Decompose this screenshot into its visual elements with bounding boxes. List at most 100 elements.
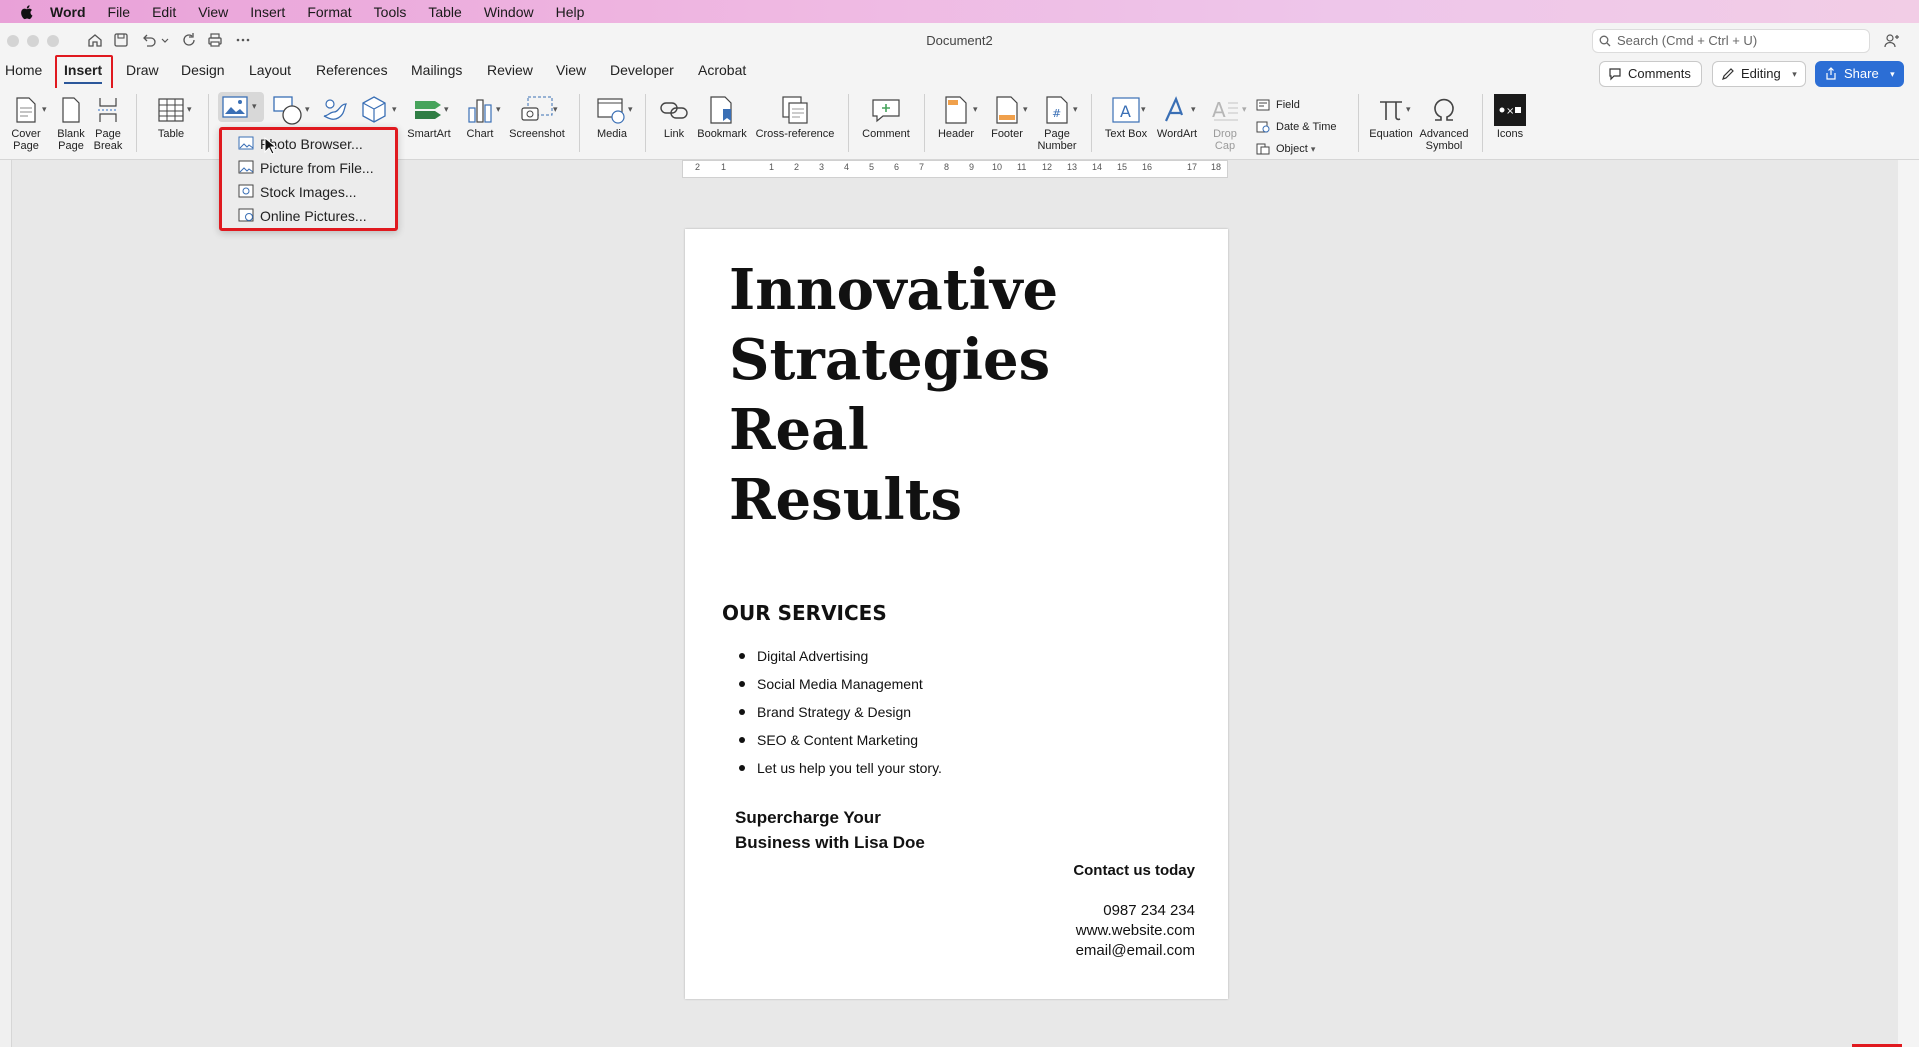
tab-developer[interactable]: Developer	[610, 62, 674, 78]
comments-button[interactable]: Comments	[1599, 61, 1702, 87]
media-label: Media	[588, 128, 636, 140]
chevron-down-icon[interactable]: ▾	[444, 104, 449, 115]
text-box-button[interactable]: A Text Box	[1100, 92, 1152, 140]
bookmark-label: Bookmark	[694, 128, 750, 140]
chevron-down-icon[interactable]: ▾	[1242, 104, 1247, 115]
media-button[interactable]: Media	[588, 92, 636, 140]
ribbon-separator	[848, 94, 849, 152]
cta-line: Supercharge Your	[735, 805, 925, 830]
screenshot-icon	[520, 95, 554, 125]
tab-draw[interactable]: Draw	[126, 62, 159, 78]
cross-reference-icon	[780, 95, 810, 125]
menu-word[interactable]: Word	[50, 4, 86, 20]
stock-images-item[interactable]: Stock Images...	[238, 181, 356, 203]
list-item-text: Brand Strategy & Design	[757, 704, 911, 720]
advanced-symbol-button[interactable]: Advanced Symbol	[1418, 92, 1470, 152]
chart-label: Chart	[462, 128, 498, 140]
pictures-button[interactable]: ▾	[218, 92, 264, 122]
bookmark-button[interactable]: Bookmark	[694, 92, 750, 140]
menu-view[interactable]: View	[198, 4, 228, 20]
chevron-down-icon[interactable]: ▾	[628, 104, 633, 115]
icons-button[interactable]: × Icons	[1490, 92, 1530, 140]
wordart-button[interactable]: WordArt	[1152, 92, 1202, 140]
picture-from-file-item[interactable]: Picture from File...	[238, 157, 374, 179]
online-pictures-item[interactable]: Online Pictures...	[238, 205, 367, 227]
search-icon	[1599, 35, 1611, 47]
chevron-down-icon[interactable]: ▾	[553, 104, 558, 115]
wordart-label: WordArt	[1152, 128, 1202, 140]
footer-button[interactable]: Footer	[984, 92, 1030, 140]
apple-icon[interactable]	[18, 3, 36, 21]
search-input[interactable]: Search (Cmd + Ctrl + U)	[1592, 29, 1870, 53]
document-page[interactable]: Innovative Strategies Real Results OUR S…	[685, 229, 1228, 999]
menu-format[interactable]: Format	[307, 4, 351, 20]
list-item: SEO & Content Marketing	[739, 726, 942, 754]
cross-reference-button[interactable]: Cross-reference	[752, 92, 838, 140]
tab-layout[interactable]: Layout	[249, 62, 291, 78]
menu-help[interactable]: Help	[556, 4, 585, 20]
chevron-down-icon[interactable]: ▾	[305, 104, 310, 115]
chevron-down-icon[interactable]: ▾	[973, 104, 978, 115]
menu-edit[interactable]: Edit	[152, 4, 176, 20]
photo-browser-item[interactable]: Photo Browser...	[238, 133, 363, 155]
menu-insert[interactable]: Insert	[250, 4, 285, 20]
chevron-down-icon[interactable]: ▾	[496, 104, 501, 115]
link-label: Link	[656, 128, 692, 140]
chart-button[interactable]: Chart	[462, 92, 498, 140]
tab-view[interactable]: View	[556, 62, 586, 78]
ruler-label: 18	[1211, 162, 1221, 172]
table-button[interactable]: Table	[148, 92, 194, 140]
menu-window[interactable]: Window	[484, 4, 534, 20]
chevron-down-icon[interactable]: ▾	[1023, 104, 1028, 115]
tab-home[interactable]: Home	[5, 62, 42, 78]
share-button[interactable]: Share ▾	[1815, 61, 1904, 87]
3d-models-button[interactable]	[354, 92, 394, 128]
chevron-down-icon[interactable]: ▾	[187, 104, 192, 115]
link-button[interactable]: Link	[656, 92, 692, 140]
headline-line: Strategies	[729, 325, 1058, 395]
chevron-down-icon[interactable]: ▾	[392, 104, 397, 115]
chevron-down-icon[interactable]: ▾	[1141, 104, 1146, 115]
screenshot-button[interactable]: Screenshot	[506, 92, 568, 140]
cover-page-button[interactable]: Cover Page	[8, 92, 44, 152]
editing-mode-button[interactable]: Editing ▾	[1712, 61, 1806, 87]
chevron-down-icon[interactable]: ▾	[42, 104, 47, 115]
tab-mailings[interactable]: Mailings	[411, 62, 462, 78]
object-button[interactable]: Object ▾	[1256, 138, 1337, 160]
online-pictures-label: Online Pictures...	[260, 208, 367, 224]
page-break-button[interactable]: Page Break	[90, 92, 126, 152]
share-icon	[1824, 67, 1838, 81]
menu-file[interactable]: File	[108, 4, 131, 20]
date-time-button[interactable]: Date & Time	[1256, 116, 1337, 138]
chevron-down-icon[interactable]: ▾	[1073, 104, 1078, 115]
blank-page-button[interactable]: Blank Page	[54, 92, 88, 152]
chevron-down-icon[interactable]: ▾	[1406, 104, 1411, 115]
ruler-label: 1	[769, 162, 774, 172]
menu-table[interactable]: Table	[428, 4, 461, 20]
tab-review[interactable]: Review	[487, 62, 533, 78]
page-number-button[interactable]: # Page Number	[1034, 92, 1080, 152]
comment-button[interactable]: Comment	[858, 92, 914, 140]
ruler-label: 7	[919, 162, 924, 172]
shapes-button[interactable]	[270, 92, 310, 128]
new-comment-icon	[871, 96, 901, 124]
chevron-down-icon[interactable]: ▾	[1191, 104, 1196, 115]
tab-references[interactable]: References	[316, 62, 388, 78]
horizontal-ruler[interactable]: 2 1 1 2 3 4 5 6 7 8 9 10 11 12 13 14 15 …	[682, 160, 1228, 178]
search-placeholder: Search (Cmd + Ctrl + U)	[1617, 33, 1757, 48]
cross-reference-label: Cross-reference	[752, 128, 838, 140]
equation-button[interactable]: Equation	[1366, 92, 1416, 140]
tab-acrobat[interactable]: Acrobat	[698, 62, 746, 78]
right-scroll-area[interactable]	[1898, 160, 1919, 1047]
smartart-button[interactable]: SmartArt	[404, 92, 454, 140]
drop-cap-label-1: Drop	[1206, 128, 1244, 140]
person-share-icon[interactable]	[1883, 32, 1901, 50]
menu-tools[interactable]: Tools	[374, 4, 407, 20]
page-number-icon: #	[1045, 95, 1069, 125]
header-button[interactable]: Header	[934, 92, 978, 140]
chevron-down-icon: ▾	[252, 101, 257, 112]
drop-cap-button[interactable]: A Drop Cap	[1206, 92, 1244, 152]
tab-design[interactable]: Design	[181, 62, 225, 78]
icons-bird-button[interactable]	[318, 92, 352, 128]
field-button[interactable]: Field	[1256, 94, 1337, 116]
